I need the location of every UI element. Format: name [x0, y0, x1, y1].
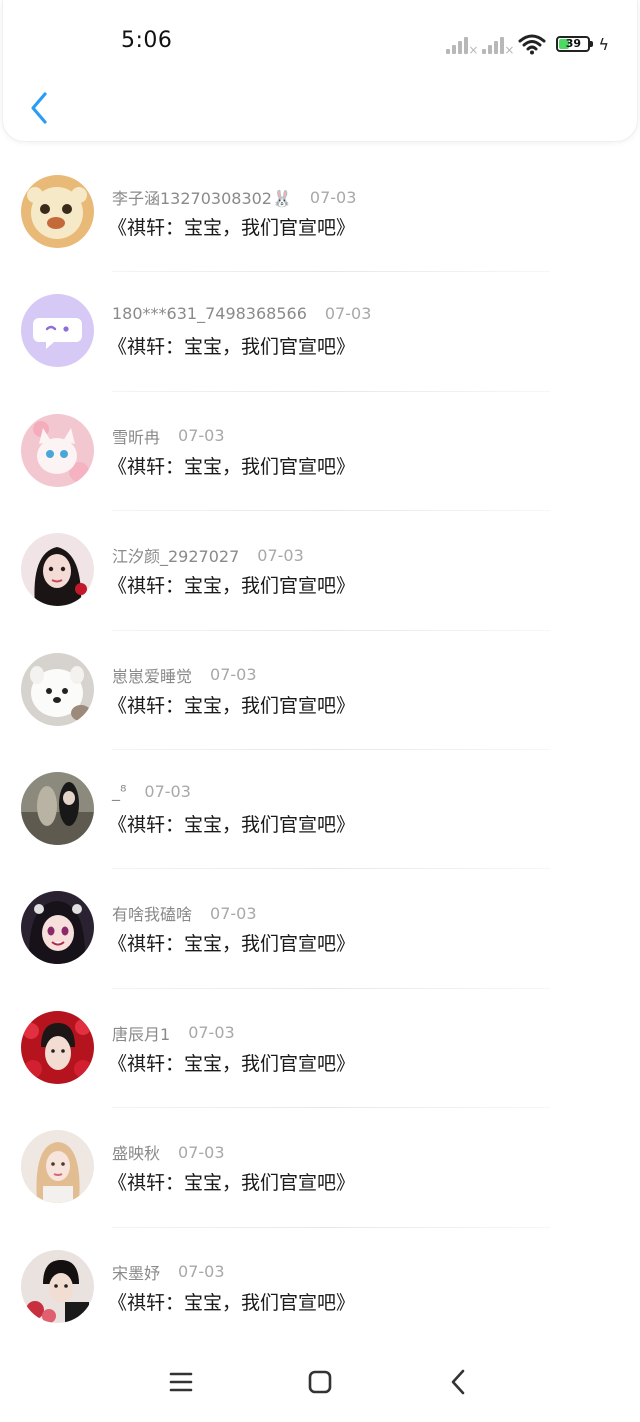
header: 5:06 × × 39 ϟ: [2, 0, 638, 142]
comment-item[interactable]: 崽崽爱睡觉 07-03 《祺轩：宝宝，我们官宣吧》: [0, 631, 640, 750]
back-triangle-icon[interactable]: [441, 1364, 477, 1400]
username[interactable]: 宋墨妤: [112, 1260, 160, 1284]
username[interactable]: 崽崽爱睡觉: [112, 663, 192, 687]
comment-date: 07-03: [178, 426, 225, 446]
charging-icon: ϟ: [598, 34, 609, 54]
comment-text: 《祺轩：宝宝，我们官宣吧》: [108, 336, 356, 359]
boy-roses-avatar[interactable]: [21, 1010, 94, 1084]
username[interactable]: 唐辰月1: [112, 1021, 170, 1045]
status-time: 5:06: [121, 28, 173, 53]
sheep-cartoon-avatar[interactable]: [21, 175, 94, 248]
comment-date: 07-03: [178, 1262, 225, 1282]
comment-date: 07-03: [257, 545, 304, 565]
white-cat-avatar[interactable]: [21, 413, 94, 487]
comment-text: 《祺轩：宝宝，我们官宣吧》: [108, 575, 356, 598]
comment-date: 07-03: [188, 1023, 235, 1043]
comment-date: 07-03: [210, 903, 257, 923]
wifi-icon: [518, 34, 546, 55]
comment-item[interactable]: 雪昕冉 07-03 《祺轩：宝宝，我们官宣吧》: [0, 392, 640, 512]
white-dog-avatar[interactable]: [21, 652, 94, 726]
username[interactable]: 江汐颜_2927027: [112, 543, 239, 567]
comment-date: 07-03: [324, 304, 372, 324]
status-icons: × × 39 ϟ: [446, 30, 609, 58]
comment-text: 《祺轩：宝宝，我们官宣吧》: [108, 1052, 356, 1075]
username[interactable]: 有啥我磕啥: [112, 901, 192, 925]
username[interactable]: 雪昕冉: [112, 424, 160, 448]
comment-meta: 盛映秋 07-03: [112, 1140, 225, 1164]
system-nav-bar: [0, 1342, 640, 1422]
screen: 5:06 × × 39 ϟ 李子涵13270308302🐰 07-03 《祺轩：…: [0, 0, 640, 1422]
comment-date: 07-03: [144, 781, 191, 801]
username[interactable]: 李子涵13270308302🐰: [112, 185, 292, 209]
boy-flowers-avatar[interactable]: [21, 1249, 94, 1323]
anime-girl-avatar[interactable]: [21, 891, 94, 965]
comment-date: 07-03: [178, 1142, 225, 1162]
comment-item[interactable]: 李子涵13270308302🐰 07-03 《祺轩：宝宝，我们官宣吧》: [0, 153, 640, 273]
comment-text: 《祺轩：宝宝，我们官宣吧》: [108, 694, 356, 717]
username[interactable]: _⁸: [112, 782, 126, 801]
signal-icon: ×: [446, 34, 478, 56]
blonde-girl-avatar[interactable]: [21, 1130, 94, 1204]
comment-meta: 李子涵13270308302🐰 07-03: [112, 185, 356, 209]
battery-icon: 39: [556, 36, 594, 52]
comment-item[interactable]: 江汐颜_2927027 07-03 《祺轩：宝宝，我们官宣吧》: [0, 511, 640, 631]
comment-list: 李子涵13270308302🐰 07-03 《祺轩：宝宝，我们官宣吧》 180***6…: [0, 153, 640, 1347]
couple-photo-avatar[interactable]: [21, 771, 94, 845]
comment-item[interactable]: _⁸ 07-03 《祺轩：宝宝，我们官宣吧》: [0, 750, 640, 870]
signal-icon-2: ×: [482, 34, 514, 56]
comment-item[interactable]: 180***631_7498368566 07-03 《祺轩：宝宝，我们官宣吧》: [0, 272, 640, 392]
comment-meta: 有啥我磕啥 07-03: [112, 901, 257, 925]
comment-text: 《祺轩：宝宝，我们官宣吧》: [108, 217, 356, 239]
menu-icon[interactable]: [163, 1364, 199, 1400]
chat-bubble-avatar[interactable]: [21, 294, 94, 368]
comment-meta: 雪昕冉 07-03: [112, 424, 225, 448]
comment-item[interactable]: 有啥我磕啥 07-03 《祺轩：宝宝，我们官宣吧》: [0, 869, 640, 989]
battery-level: 39: [565, 37, 582, 50]
comment-text: 《祺轩：宝宝，我们官宣吧》: [108, 813, 356, 836]
comment-date: 07-03: [309, 187, 357, 207]
comment-text: 《祺轩：宝宝，我们官宣吧》: [108, 933, 356, 956]
comment-item[interactable]: 宋墨妤 07-03 《祺轩：宝宝，我们官宣吧》: [0, 1228, 640, 1347]
girl-portrait-avatar[interactable]: [21, 533, 94, 607]
comment-meta: 宋墨妤 07-03: [112, 1260, 225, 1284]
back-button[interactable]: [23, 90, 55, 126]
comment-item[interactable]: 唐辰月1 07-03 《祺轩：宝宝，我们官宣吧》: [0, 989, 640, 1109]
comment-text: 《祺轩：宝宝，我们官宣吧》: [108, 1172, 356, 1195]
comment-item[interactable]: 盛映秋 07-03 《祺轩：宝宝，我们官宣吧》: [0, 1108, 640, 1228]
username[interactable]: 180***631_7498368566: [112, 304, 307, 323]
comment-text: 《祺轩：宝宝，我们官宣吧》: [108, 455, 356, 478]
comment-meta: 江汐颜_2927027 07-03: [112, 543, 304, 567]
comment-meta: _⁸ 07-03: [112, 782, 191, 801]
home-square-icon[interactable]: [302, 1364, 338, 1400]
comment-meta: 唐辰月1 07-03: [112, 1021, 235, 1045]
comment-date: 07-03: [210, 665, 257, 685]
comment-meta: 崽崽爱睡觉 07-03: [112, 663, 257, 687]
comment-text: 《祺轩：宝宝，我们官宣吧》: [108, 1291, 356, 1314]
username[interactable]: 盛映秋: [112, 1140, 160, 1164]
comment-meta: 180***631_7498368566 07-03: [112, 304, 371, 323]
